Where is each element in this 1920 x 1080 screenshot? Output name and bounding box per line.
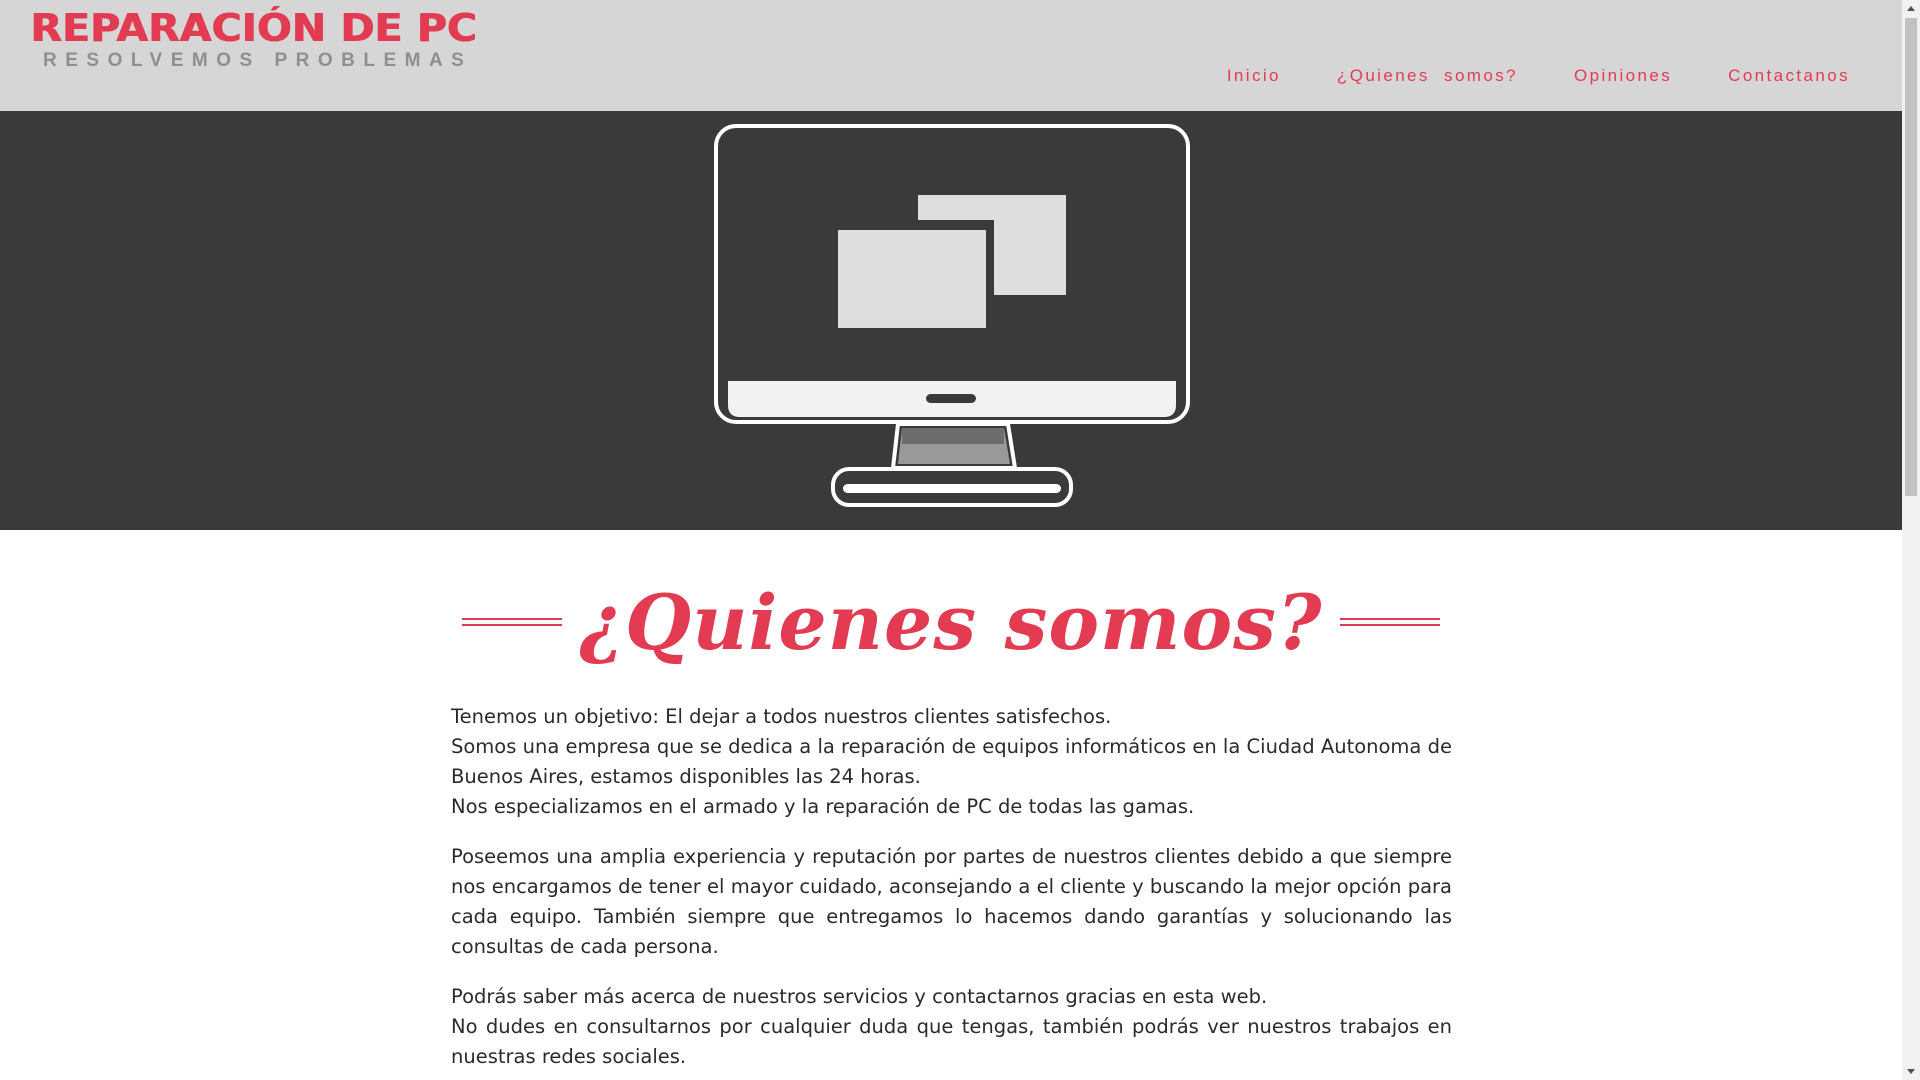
nav-item-contactanos[interactable]: Contactanos [1728, 66, 1850, 86]
paragraph-line: Somos una empresa que se dedica a la rep… [451, 735, 1452, 788]
section-heading: ¿Quienes somos? [0, 572, 1902, 672]
desktop-monitor-windows-icon [714, 124, 1190, 507]
scroll-up-arrow-icon[interactable] [1902, 0, 1920, 17]
heading-decor-left [461, 618, 562, 626]
vertical-scrollbar[interactable] [1902, 0, 1920, 1080]
about-section: ¿Quienes somos? Tenemos un objetivo: El … [0, 530, 1902, 1080]
nav-item-quienes-somos[interactable]: ¿Quienes somos? [1337, 66, 1518, 86]
logo-subtitle: RESOLVEMOS PROBLEMAS [43, 50, 473, 71]
main-nav: Inicio ¿Quienes somos? Opiniones Contact… [1227, 66, 1850, 86]
hero-banner [0, 111, 1902, 530]
logo-title: REPARACIÓN DE PC [30, 6, 477, 50]
paragraph: Poseemos una amplia experiencia y reputa… [451, 842, 1452, 962]
scroll-down-arrow-icon[interactable] [1902, 1063, 1920, 1080]
heading-decor-right [1340, 618, 1441, 626]
nav-item-inicio[interactable]: Inicio [1227, 66, 1281, 86]
logo[interactable]: REPARACIÓN DE PC RESOLVEMOS PROBLEMAS [30, 6, 477, 72]
paragraph: Podrás saber más acerca de nuestros serv… [451, 982, 1452, 1072]
paragraph-line: Podrás saber más acerca de nuestros serv… [451, 985, 1268, 1008]
nav-item-opiniones[interactable]: Opiniones [1574, 66, 1672, 86]
paragraph-line: No dudes en consultarnos por cualquier d… [451, 1015, 1452, 1068]
scrollbar-thumb[interactable] [1905, 18, 1917, 496]
section-title: ¿Quienes somos? [579, 577, 1323, 667]
paragraph-line: Nos especializamos en el armado y la rep… [451, 795, 1195, 818]
about-text: Tenemos un objetivo: El dejar a todos nu… [451, 702, 1452, 1080]
paragraph-line: Tenemos un objetivo: El dejar a todos nu… [451, 705, 1112, 728]
paragraph: Tenemos un objetivo: El dejar a todos nu… [451, 702, 1452, 822]
site-header: REPARACIÓN DE PC RESOLVEMOS PROBLEMAS In… [0, 0, 1902, 111]
paragraph-line: Poseemos una amplia experiencia y reputa… [451, 845, 1452, 958]
